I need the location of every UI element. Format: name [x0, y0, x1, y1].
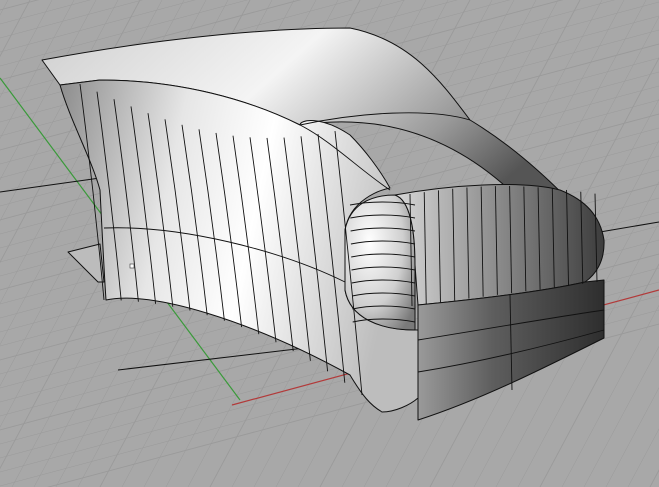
nurbs-surface-model[interactable] — [41, 27, 605, 421]
model-guide-curve-right — [599, 221, 659, 233]
lower-flange-surface[interactable] — [67, 243, 105, 283]
3d-viewport[interactable] — [0, 0, 659, 487]
viewport-canvas[interactable] — [0, 0, 659, 487]
control-point-marker[interactable] — [129, 263, 135, 269]
grid-line — [0, 0, 91, 25]
grid-line — [0, 0, 40, 11]
